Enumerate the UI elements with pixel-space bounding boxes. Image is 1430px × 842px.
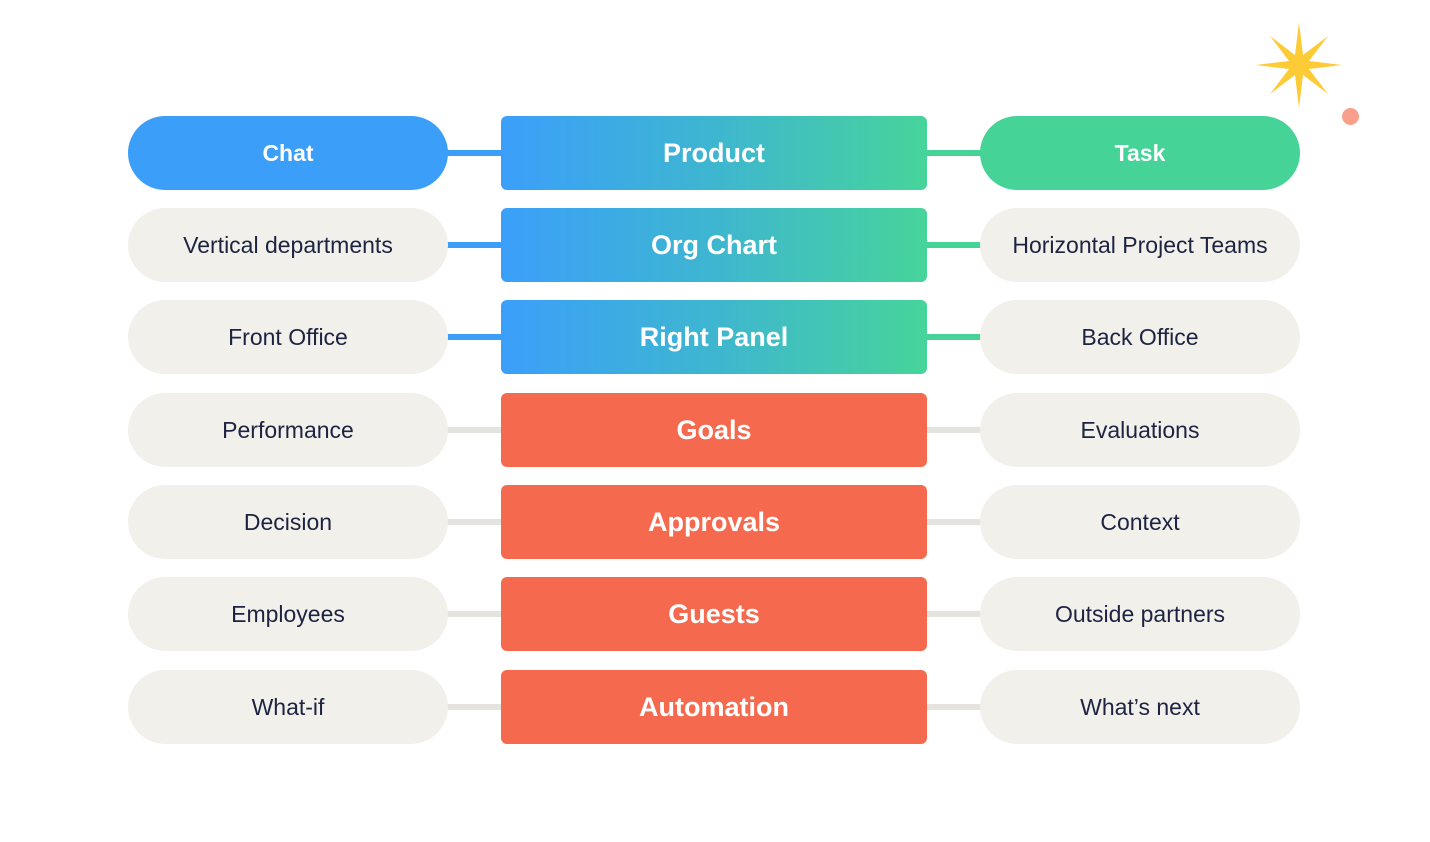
center-block: Guests (501, 577, 927, 651)
center-block: Automation (501, 670, 927, 744)
left-pill: Vertical departments (128, 208, 448, 282)
left-pill: Performance (128, 393, 448, 467)
row-guests: Employees Guests Outside partners (0, 577, 1430, 651)
center-block: Goals (501, 393, 927, 467)
row-automation: What-if Automation What’s next (0, 670, 1430, 744)
left-pill: Front Office (128, 300, 448, 374)
connector-left (447, 242, 501, 248)
connector-right (927, 519, 981, 525)
connector-left (447, 704, 501, 710)
sparkle-star-icon (1256, 22, 1342, 108)
left-pill: What-if (128, 670, 448, 744)
left-pill: Chat (128, 116, 448, 190)
right-pill: Horizontal Project Teams (980, 208, 1300, 282)
row-product: Chat Product Task (0, 116, 1430, 190)
left-pill: Decision (128, 485, 448, 559)
right-pill: What’s next (980, 670, 1300, 744)
connector-left (447, 611, 501, 617)
right-pill: Back Office (980, 300, 1300, 374)
connector-left (447, 519, 501, 525)
connector-right (927, 611, 981, 617)
right-pill: Task (980, 116, 1300, 190)
connector-right (927, 334, 981, 340)
row-right-panel: Front Office Right Panel Back Office (0, 300, 1430, 374)
right-pill: Outside partners (980, 577, 1300, 651)
row-approvals: Decision Approvals Context (0, 485, 1430, 559)
right-pill: Context (980, 485, 1300, 559)
right-pill: Evaluations (980, 393, 1300, 467)
center-block: Product (501, 116, 927, 190)
center-block: Org Chart (501, 208, 927, 282)
connector-right (927, 150, 981, 156)
connector-left (447, 334, 501, 340)
row-org-chart: Vertical departments Org Chart Horizonta… (0, 208, 1430, 282)
row-goals: Performance Goals Evaluations (0, 393, 1430, 467)
left-pill: Employees (128, 577, 448, 651)
center-block: Approvals (501, 485, 927, 559)
connector-right (927, 242, 981, 248)
connector-right (927, 704, 981, 710)
connector-left (447, 427, 501, 433)
center-block: Right Panel (501, 300, 927, 374)
connector-left (447, 150, 501, 156)
connector-right (927, 427, 981, 433)
